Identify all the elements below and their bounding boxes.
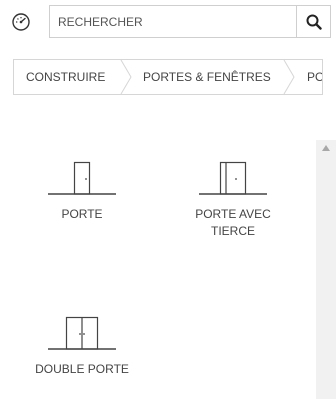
catalog-grid: PORTE PORTE AVEC TIERCE DOUBLE PORTE <box>0 128 316 399</box>
speedometer-icon[interactable] <box>8 10 34 34</box>
search-button[interactable] <box>297 6 330 37</box>
breadcrumb-item-portes-fenetres[interactable]: PORTES & FENÊTRES <box>143 60 271 94</box>
search-box <box>49 5 331 38</box>
double-door-icon <box>48 316 116 350</box>
magnifier-icon <box>306 14 322 30</box>
breadcrumb-item-truncated[interactable]: PO <box>307 60 322 94</box>
scroll-up-button[interactable] <box>316 140 336 156</box>
breadcrumb-item-construire[interactable]: CONSTRUIRE <box>26 60 105 94</box>
chevron-right-icon <box>120 60 132 94</box>
catalog-item-label: PORTE <box>61 207 103 221</box>
breadcrumb: CONSTRUIRE PORTES & FENÊTRES PO <box>13 59 323 95</box>
catalog-item-porte-avec-tierce[interactable]: PORTE AVEC TIERCE <box>178 160 288 240</box>
catalog-item-label: PORTE AVEC TIERCE <box>195 207 271 238</box>
search-input[interactable] <box>50 6 296 37</box>
triangle-up-icon <box>322 145 330 151</box>
door-icon <box>48 161 116 195</box>
door-with-side-panel-icon <box>199 161 267 195</box>
chevron-right-icon <box>283 60 295 94</box>
vertical-scrollbar[interactable] <box>316 140 336 399</box>
catalog-item-label: DOUBLE PORTE <box>35 362 129 376</box>
catalog-item-porte[interactable]: PORTE <box>27 160 137 223</box>
top-toolbar <box>0 0 336 44</box>
catalog-item-double-porte[interactable]: DOUBLE PORTE <box>27 315 137 378</box>
